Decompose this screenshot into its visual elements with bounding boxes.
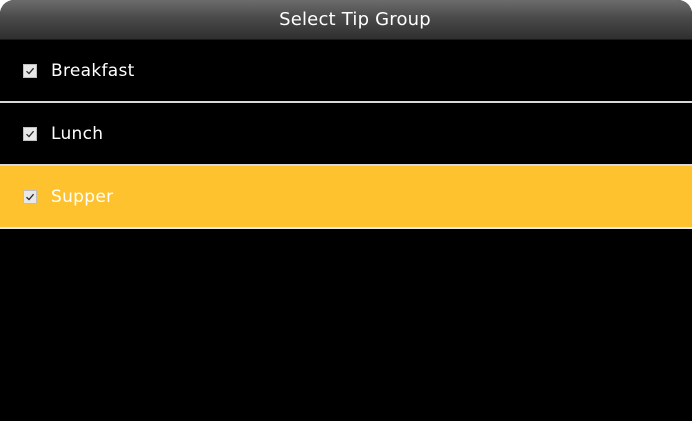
checkbox-checked-icon[interactable] — [23, 189, 37, 204]
list-item-supper[interactable]: Supper — [0, 166, 692, 229]
checkbox-checked-icon[interactable] — [23, 63, 37, 78]
tip-group-list: Breakfast Lunch Supper — [0, 40, 692, 229]
list-item-label: Breakfast — [51, 60, 135, 81]
list-item-label: Supper — [51, 186, 114, 207]
list-item-breakfast[interactable]: Breakfast — [0, 40, 692, 103]
checkbox-checked-icon[interactable] — [23, 126, 37, 141]
list-item-label: Lunch — [51, 123, 104, 144]
title-bar: Select Tip Group — [0, 0, 692, 40]
page-title: Select Tip Group — [279, 9, 431, 30]
device-screen: Select Tip Group Breakfast Lunch Supper — [0, 0, 692, 421]
list-item-lunch[interactable]: Lunch — [0, 103, 692, 166]
